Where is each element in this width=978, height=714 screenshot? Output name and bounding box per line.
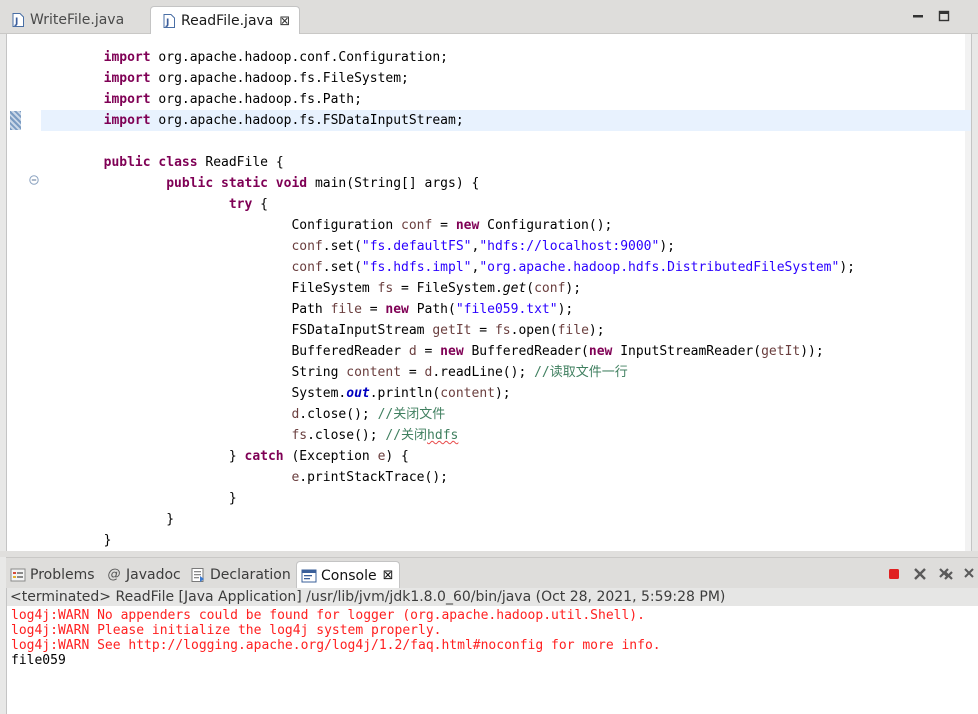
tab-label: Declaration [210,566,291,583]
code-line: Path file = new Path("file059.txt"); [291,302,574,317]
maximize-icon[interactable] [938,10,950,22]
console-process-status: <terminated> ReadFile [Java Application]… [7,588,978,606]
spelling-warning: hdfs [427,428,459,443]
code-editor[interactable]: import org.apache.hadoop.conf.Configurat… [6,34,972,551]
tab-label: Problems [30,566,95,583]
tab-javadoc[interactable]: @ Javadoc [106,561,181,588]
console-line: log4j:WARN Please initialize the log4j s… [11,623,442,638]
code-line: public class ReadFile { [103,155,284,170]
declaration-icon [191,567,204,582]
code-line: conf.set("fs.hdfs.impl","org.apache.hado… [291,260,855,275]
remove-all-terminated-icon[interactable] [938,566,954,582]
svg-text:J: J [165,18,169,28]
tab-problems[interactable]: Problems [10,561,95,588]
tab-label: Console [321,567,377,584]
close-tab-icon[interactable]: ⊠ [383,568,394,583]
tab-label: Javadoc [126,566,181,583]
console-line: log4j:WARN See http://logging.apache.org… [11,638,661,653]
code-line: } catch (Exception e) { [228,449,409,464]
code-line: BufferedReader d = new BufferedReader(ne… [291,344,824,359]
code-line: String content = d.readLine(); //读取文件一行 [291,365,628,380]
code-line: d.close(); //关闭文件 [291,407,446,422]
close-tab-icon[interactable]: ⊠ [279,14,290,29]
code-line: System.out.println(content); [291,386,511,401]
javadoc-icon: @ [107,566,121,582]
java-file-icon: J [12,13,24,27]
problems-icon [10,568,26,581]
code-line: } [103,533,112,548]
tab-declaration[interactable]: Declaration [190,561,291,588]
tab-writefile[interactable]: J WriteFile.java [0,6,150,34]
fold-collapse-icon[interactable] [29,175,39,185]
change-marker-icon [10,111,21,130]
console-output: log4j:WARN No appenders could be found f… [11,608,661,668]
code-line: FileSystem fs = FileSystem.get(conf); [291,281,582,296]
code-lines: import org.apache.hadoop.conf.Configurat… [41,47,971,551]
code-line: public static void main(String[] args) { [166,176,480,191]
bottom-panel-tab-bar: Problems @ Javadoc Declaration Console ⊠ [6,557,978,589]
console-line: file059 [11,653,66,668]
code-line: } [228,491,237,506]
tab-console[interactable]: Console ⊠ [296,561,401,589]
java-file-icon: J [163,14,175,28]
code-line: import org.apache.hadoop.fs.Path; [103,92,362,107]
code-line: Configuration conf = new Configuration()… [291,218,613,233]
code-line: fs.close(); //关闭hdfs [291,428,459,443]
svg-text:J: J [14,17,18,27]
code-line: FSDataInputStream getIt = fs.open(file); [291,323,605,338]
editor-tab-bar: J WriteFile.java J ReadFile.java ⊠ [0,0,978,35]
code-line: conf.set("fs.defaultFS","hdfs://localhos… [291,239,675,254]
code-line-current: import org.apache.hadoop.fs.FSDataInputS… [41,110,971,131]
console-view[interactable]: <terminated> ReadFile [Java Application]… [6,588,978,714]
code-line: import org.apache.hadoop.fs.FileSystem; [103,71,409,86]
code-line: } [166,512,175,527]
terminate-icon[interactable] [886,566,902,582]
tab-label: WriteFile.java [30,12,125,28]
console-more-icon[interactable] [962,566,978,582]
minimize-icon[interactable] [912,10,924,22]
code-line: import org.apache.hadoop.conf.Configurat… [103,50,449,65]
remove-launch-icon[interactable] [912,566,928,582]
console-line: log4j:WARN No appenders could be found f… [11,608,645,623]
code-line: e.printStackTrace(); [291,470,448,485]
tab-readfile[interactable]: J ReadFile.java ⊠ [150,6,300,35]
code-line: try { [228,197,268,212]
tab-label: ReadFile.java [181,13,274,29]
console-icon [301,569,317,582]
